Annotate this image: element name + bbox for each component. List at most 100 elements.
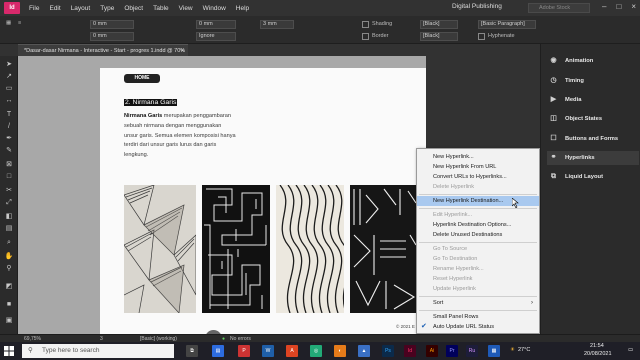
menu-table[interactable]: Table bbox=[148, 5, 174, 12]
clock-time[interactable]: 21:54 bbox=[590, 343, 604, 349]
explorer-icon[interactable]: ▤ bbox=[212, 345, 224, 357]
submenu-arrow-icon: › bbox=[531, 300, 533, 306]
apply-color-icon[interactable]: ■ bbox=[4, 300, 14, 309]
panel-timing[interactable]: ◷ Timing bbox=[547, 74, 639, 88]
adobe-stock-search[interactable]: Adobe Stock bbox=[528, 3, 590, 13]
panel-buttons-forms[interactable]: ☐ Buttons and Forms bbox=[547, 132, 639, 146]
workspace-switcher[interactable]: Digital Publishing bbox=[452, 3, 502, 10]
transform-tool-icon[interactable]: ⤢ bbox=[4, 198, 14, 207]
word-icon[interactable]: W bbox=[262, 345, 274, 357]
border-checkbox[interactable] bbox=[362, 33, 369, 40]
direct-selection-icon[interactable]: ↗ bbox=[4, 72, 14, 81]
hyphenate-checkbox[interactable] bbox=[478, 33, 485, 40]
menu-window[interactable]: Window bbox=[198, 5, 231, 12]
teams-icon[interactable]: ▦ bbox=[488, 345, 500, 357]
text-frame-icon[interactable]: ▦ bbox=[6, 20, 11, 26]
eyedropper-icon[interactable]: ⌕ bbox=[4, 238, 14, 247]
align-icon[interactable]: ≡ bbox=[18, 20, 21, 26]
x-position-field[interactable]: 0 mm bbox=[90, 20, 134, 29]
maximize-icon[interactable]: □ bbox=[616, 2, 621, 11]
blender-icon[interactable]: ◐ bbox=[334, 345, 346, 357]
grid-align-field[interactable]: Ignore bbox=[196, 32, 236, 41]
screen-mode-icon[interactable]: ▣ bbox=[4, 316, 14, 325]
chrome-icon[interactable]: ◎ bbox=[310, 345, 322, 357]
shading-checkbox[interactable] bbox=[362, 21, 369, 28]
right-panel-dock: ◉ Animation ◷ Timing ▶ Media ◫ Object States… bbox=[540, 44, 640, 334]
menu-delete-unused-destinations[interactable]: Delete Unused Destinations bbox=[417, 230, 539, 240]
shading-swatch[interactable]: [Black] bbox=[420, 20, 458, 29]
menu-new-hyperlink[interactable]: New Hyperlink... bbox=[417, 152, 539, 162]
notification-icon[interactable]: ▭ bbox=[628, 347, 633, 353]
nirmana-image-4[interactable] bbox=[350, 185, 418, 313]
menu-small-panel-rows[interactable]: Small Panel Rows bbox=[417, 312, 539, 322]
fill-stroke-icon[interactable]: ◩ bbox=[4, 282, 14, 291]
menu-type[interactable]: Type bbox=[95, 5, 119, 12]
vlc-icon[interactable]: ▲ bbox=[358, 345, 370, 357]
menu-layout[interactable]: Layout bbox=[66, 5, 96, 12]
nirmana-image-1[interactable] bbox=[124, 185, 196, 313]
menu-edit[interactable]: Edit bbox=[44, 5, 65, 12]
menu-object[interactable]: Object bbox=[119, 5, 148, 12]
temperature[interactable]: 27°C bbox=[518, 347, 530, 353]
border-swatch[interactable]: [Black] bbox=[420, 32, 458, 41]
animate-icon[interactable]: Ru bbox=[466, 345, 478, 357]
premiere-icon[interactable]: Pr bbox=[446, 345, 458, 357]
panel-liquid-layout[interactable]: ⧉ Liquid Layout bbox=[547, 170, 639, 184]
weather-icon: ☀ bbox=[510, 347, 515, 353]
body-text-frame[interactable]: Nirmana Garis merupakan penggambaran seb… bbox=[124, 112, 236, 161]
note-tool-icon[interactable]: ▤ bbox=[4, 224, 14, 233]
document-page[interactable]: HOME 2. Nirmana Garis Nirmana Garis meru… bbox=[100, 68, 426, 334]
nirmana-image-3[interactable] bbox=[276, 185, 344, 313]
selection-tool-icon[interactable]: ➤ bbox=[4, 60, 14, 69]
menu-convert-urls[interactable]: Convert URLs to Hyperlinks... bbox=[417, 172, 539, 182]
illustrator-icon[interactable]: Ai bbox=[426, 345, 438, 357]
clock-date[interactable]: 20/08/2021 bbox=[584, 351, 612, 357]
menu-view[interactable]: View bbox=[174, 5, 198, 12]
rectangle-tool-icon[interactable]: □ bbox=[4, 172, 14, 181]
rectangle-frame-icon[interactable]: ⊠ bbox=[4, 160, 14, 169]
line-tool-icon[interactable]: / bbox=[4, 122, 14, 131]
menu-file[interactable]: File bbox=[24, 5, 44, 12]
menu-sort[interactable]: Sort › bbox=[417, 298, 539, 308]
body-bold-term: Nirmana Garis bbox=[124, 113, 163, 119]
page-tool-icon[interactable]: ▭ bbox=[4, 84, 14, 93]
indesign-taskbar-icon[interactable]: Id bbox=[404, 345, 416, 357]
task-view-icon[interactable]: ⧉ bbox=[186, 345, 198, 357]
nirmana-image-2[interactable] bbox=[202, 185, 270, 313]
photoshop-icon[interactable]: Ps bbox=[382, 345, 394, 357]
pasteboard[interactable]: HOME 2. Nirmana Garis Nirmana Garis meru… bbox=[18, 56, 426, 334]
panel-animation[interactable]: ◉ Animation bbox=[547, 54, 639, 68]
gradient-tool-icon[interactable]: ◧ bbox=[4, 212, 14, 221]
menu-separator bbox=[419, 242, 537, 243]
gap-tool-icon[interactable]: ↔ bbox=[4, 96, 14, 105]
menu-new-hyperlink-destination[interactable]: New Hyperlink Destination... bbox=[417, 196, 539, 206]
windows-start-icon[interactable] bbox=[4, 346, 14, 356]
minimize-icon[interactable]: – bbox=[602, 2, 606, 11]
panel-object-states[interactable]: ◫ Object States bbox=[547, 112, 639, 126]
zoom-tool-icon[interactable]: ⚲ bbox=[4, 264, 14, 273]
pen-tool-icon[interactable]: ✒ bbox=[4, 134, 14, 143]
paragraph-style-select[interactable]: [Basic Paragraph] bbox=[478, 20, 536, 29]
section-heading[interactable]: 2. Nirmana Garis bbox=[124, 99, 178, 106]
pdf-icon[interactable]: A bbox=[286, 345, 298, 357]
pencil-tool-icon[interactable]: ✎ bbox=[4, 146, 14, 155]
taskbar-search[interactable]: ⚲ Type here to search bbox=[22, 344, 174, 358]
panel-hyperlinks[interactable]: ⚭ Hyperlinks bbox=[547, 151, 639, 165]
home-button[interactable]: HOME bbox=[124, 74, 160, 83]
type-tool-icon[interactable]: T bbox=[4, 110, 14, 119]
hand-tool-icon[interactable]: ✋ bbox=[4, 252, 14, 261]
menu-auto-update-url-status[interactable]: ✔ Auto Update URL Status bbox=[417, 322, 539, 332]
indent-field[interactable]: 0 mm bbox=[196, 20, 236, 29]
menu-new-hyperlink-from-url[interactable]: New Hyperlink From URL bbox=[417, 162, 539, 172]
document-tab[interactable]: *Dasar-dasar Nirmana - Interactive - Sta… bbox=[18, 44, 188, 56]
powerpoint-icon[interactable]: P bbox=[238, 345, 250, 357]
close-icon[interactable]: × bbox=[631, 2, 636, 11]
menu-help[interactable]: Help bbox=[231, 5, 254, 12]
scissors-icon[interactable]: ✂ bbox=[4, 186, 14, 195]
liquid-layout-icon: ⧉ bbox=[551, 173, 556, 180]
gutter-field[interactable]: 3 mm bbox=[260, 20, 294, 29]
y-position-field[interactable]: 0 mm bbox=[90, 32, 134, 41]
menu-separator bbox=[419, 194, 537, 195]
panel-media[interactable]: ▶ Media bbox=[547, 93, 639, 107]
menu-destination-options[interactable]: Hyperlink Destination Options... bbox=[417, 220, 539, 230]
